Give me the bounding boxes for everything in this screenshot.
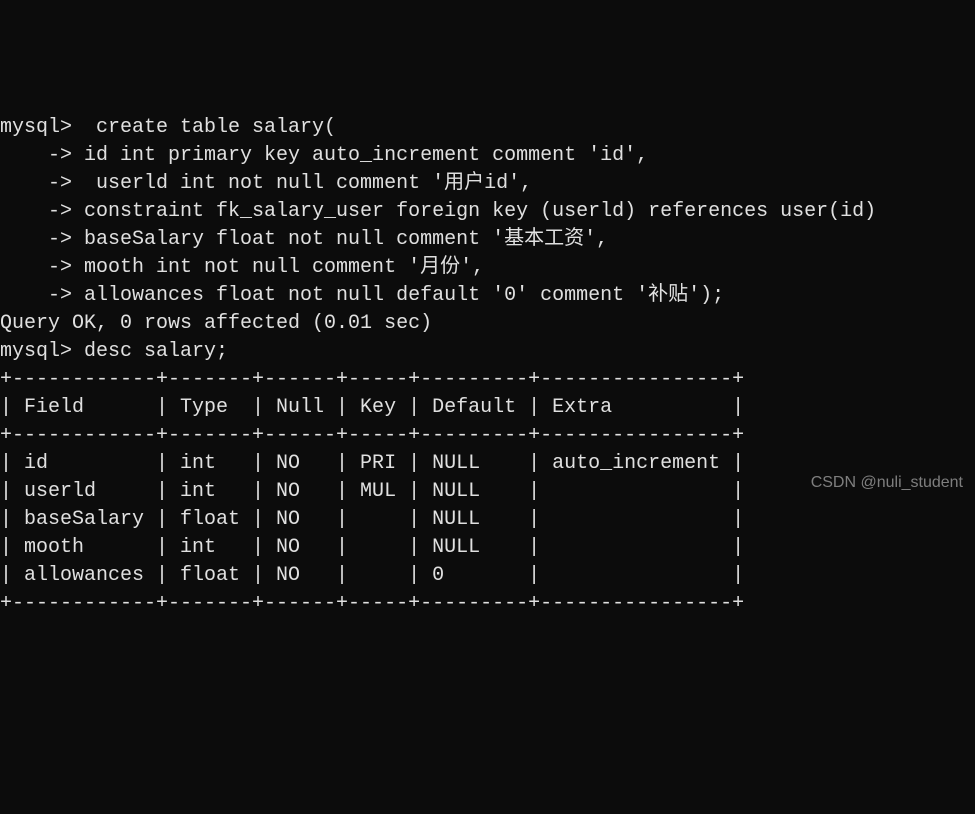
sql-line: -> baseSalary float not null comment '基本…	[0, 226, 975, 254]
query-result: Query OK, 0 rows affected (0.01 sec)	[0, 310, 975, 338]
table-border: +------------+-------+------+-----+-----…	[0, 590, 975, 618]
terminal-output[interactable]: mysql> create table salary( -> id int pr…	[0, 114, 975, 618]
sql-line: -> constraint fk_salary_user foreign key…	[0, 198, 975, 226]
table-row: | baseSalary | float | NO | | NULL | |	[0, 506, 975, 534]
table-header-row: | Field | Type | Null | Key | Default | …	[0, 394, 975, 422]
table-row: | mooth | int | NO | | NULL | |	[0, 534, 975, 562]
sql-line: -> id int primary key auto_increment com…	[0, 142, 975, 170]
table-border: +------------+-------+------+-----+-----…	[0, 366, 975, 394]
table-row: | allowances | float | NO | | 0 | |	[0, 562, 975, 590]
sql-line: mysql> create table salary(	[0, 114, 975, 142]
watermark-text: CSDN @nuli_student	[811, 472, 963, 494]
sql-line: -> userld int not null comment '用户id',	[0, 170, 975, 198]
sql-line: -> allowances float not null default '0'…	[0, 282, 975, 310]
sql-prompt-line: mysql> desc salary;	[0, 338, 975, 366]
table-border: +------------+-------+------+-----+-----…	[0, 422, 975, 450]
sql-line: -> mooth int not null comment '月份',	[0, 254, 975, 282]
